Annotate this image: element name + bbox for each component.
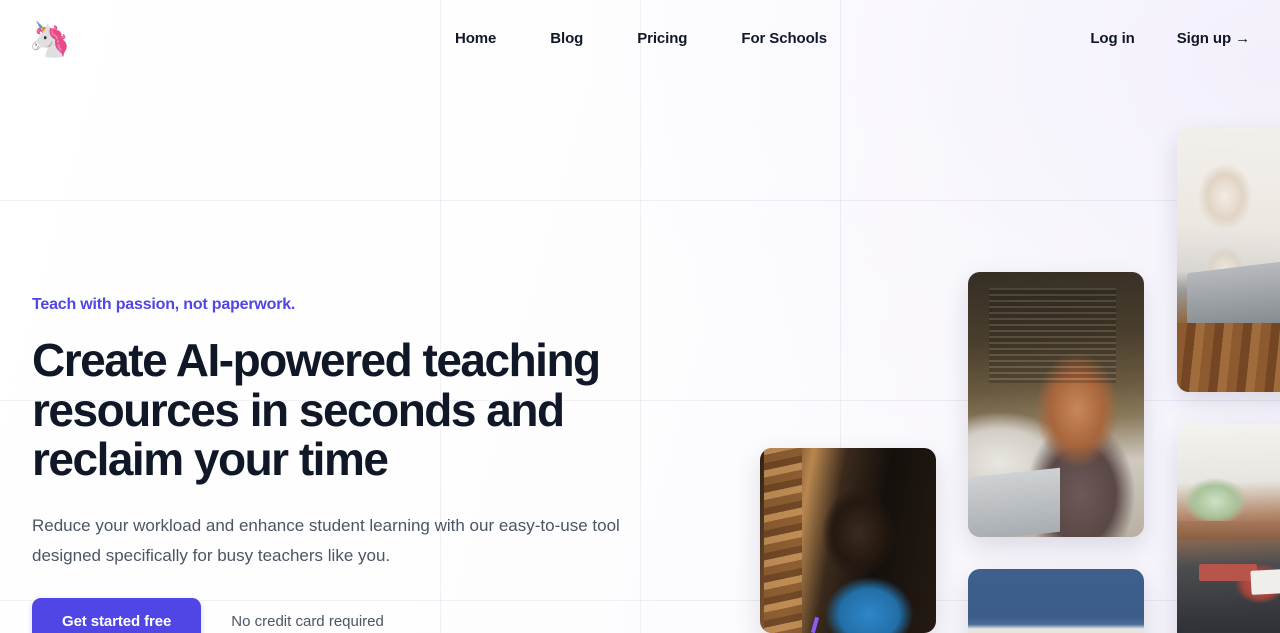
hero-content: Teach with passion, not paperwork. Creat… — [32, 296, 692, 633]
unicorn-logo-icon[interactable]: 🦄 — [28, 19, 72, 61]
photo-coffee-desk — [1177, 128, 1280, 392]
photo-woman-laptop — [968, 272, 1144, 537]
photo-detail-notebook — [1250, 567, 1280, 596]
hero-cta-row: Get started free No credit card required — [32, 597, 692, 633]
hero-eyebrow: Teach with passion, not paperwork. — [32, 296, 296, 313]
login-link[interactable]: Log in — [1090, 30, 1134, 47]
photo-classroom-board — [968, 569, 1144, 633]
nav-item-pricing[interactable]: Pricing — [637, 30, 687, 47]
photo-detail-laptop — [968, 468, 1060, 537]
photo-detail-wood — [763, 448, 803, 633]
photo-detail-book — [1199, 564, 1257, 582]
hero-subhead: Reduce your workload and enhance student… — [32, 516, 620, 566]
nav-item-blog[interactable]: Blog — [550, 30, 583, 47]
hero-headline: Create AI-powered teaching resources in … — [32, 334, 601, 486]
primary-navigation: Home Blog Pricing For Schools — [455, 30, 827, 47]
site-header: 🦄 Home Blog Pricing For Schools Log in S… — [0, 0, 1280, 80]
nav-item-home[interactable]: Home — [455, 30, 496, 47]
nav-item-for-schools[interactable]: For Schools — [741, 30, 827, 47]
grid-hline — [0, 200, 1280, 201]
photo-detail-slats — [989, 287, 1116, 384]
photo-child-drawing — [760, 448, 936, 633]
photo-detail-wood-table — [1177, 323, 1280, 392]
landing-page: 🦄 Home Blog Pricing For Schools Log in S… — [0, 0, 1280, 633]
photo-writing-window — [1177, 424, 1280, 633]
auth-navigation: Log in Sign up → — [1090, 30, 1250, 47]
photo-detail-windowsill — [1177, 520, 1280, 541]
signup-link[interactable]: Sign up → — [1177, 30, 1250, 47]
get-started-button[interactable]: Get started free — [32, 597, 202, 633]
no-credit-card-note: No credit card required — [231, 612, 384, 630]
